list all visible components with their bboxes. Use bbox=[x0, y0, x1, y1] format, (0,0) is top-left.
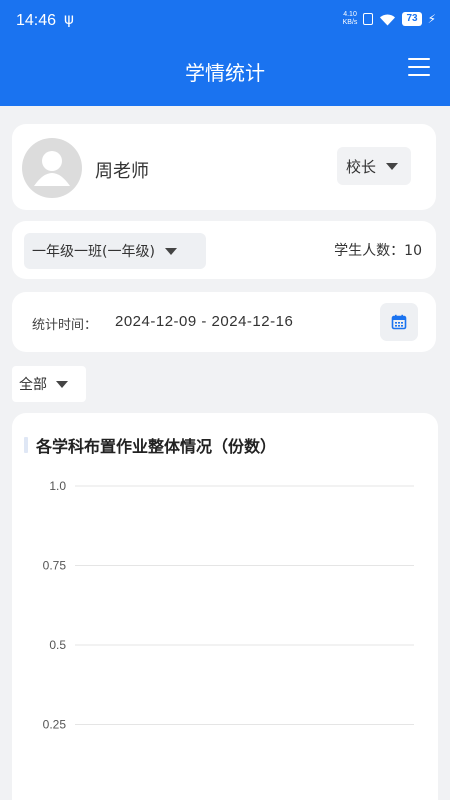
calendar-icon bbox=[391, 314, 407, 330]
chevron-down-icon bbox=[56, 380, 68, 388]
time-card: 统计时间： 2024-12-09 - 2024-12-16 bbox=[12, 292, 436, 352]
app-bar: 学情统计 bbox=[0, 44, 450, 106]
time-label: 统计时间： bbox=[32, 318, 98, 333]
status-time: 14:46 bbox=[16, 12, 57, 29]
class-dropdown[interactable]: 一年级一班(一年级) bbox=[24, 233, 206, 269]
net-speed-value: 4.10 bbox=[343, 11, 357, 18]
page-title: 学情统计 bbox=[185, 61, 265, 85]
chevron-down-icon bbox=[164, 247, 177, 255]
subject-filter-dropdown[interactable]: 全部 bbox=[12, 366, 86, 402]
class-card: 一年级一班(一年级) 学生人数：10 bbox=[12, 221, 436, 279]
subject-filter-value: 全部 bbox=[19, 377, 47, 393]
y-tick-label: 0.25 bbox=[43, 718, 67, 732]
wifi-icon bbox=[380, 14, 396, 25]
time-range: 2024-12-09 - 2024-12-16 bbox=[115, 313, 294, 330]
chevron-down-icon bbox=[386, 162, 399, 170]
student-count: 学生人数：10 bbox=[334, 240, 422, 260]
avatar bbox=[22, 138, 82, 198]
menu-icon[interactable] bbox=[408, 58, 430, 78]
status-bar: 14:46 ψ 4.10 KB/s 73 ⚡ bbox=[0, 0, 450, 44]
teacher-name: 周老师 bbox=[95, 161, 149, 182]
student-count-label: 学生人数： bbox=[334, 243, 405, 259]
class-value: 一年级一班(一年级) bbox=[32, 244, 155, 260]
user-icon bbox=[34, 151, 70, 186]
y-tick-label: 0.75 bbox=[43, 559, 67, 573]
role-value: 校长 bbox=[346, 157, 377, 176]
chart-plot: 1.0 0.75 0.5 0.25 bbox=[43, 479, 414, 732]
net-speed: 4.10 KB/s bbox=[343, 11, 358, 27]
calendar-button[interactable] bbox=[380, 303, 418, 341]
battery-icon: 73 bbox=[402, 12, 422, 26]
y-tick-label: 1.0 bbox=[49, 479, 66, 493]
usb-icon: ψ bbox=[64, 10, 74, 28]
chart-card: 各学科布置作业整体情况（份数） 1.0 0.75 0.5 0.25 bbox=[12, 413, 438, 800]
sim-icon bbox=[363, 13, 374, 25]
teacher-card: 周老师 校长 bbox=[12, 124, 436, 210]
charging-icon: ⚡ bbox=[427, 12, 436, 26]
student-count-value: 10 bbox=[404, 243, 422, 259]
role-dropdown[interactable]: 校长 bbox=[337, 147, 411, 185]
y-tick-label: 0.5 bbox=[49, 638, 66, 652]
status-icons: 4.10 KB/s 73 ⚡ bbox=[343, 11, 436, 27]
net-speed-unit: KB/s bbox=[342, 19, 358, 26]
